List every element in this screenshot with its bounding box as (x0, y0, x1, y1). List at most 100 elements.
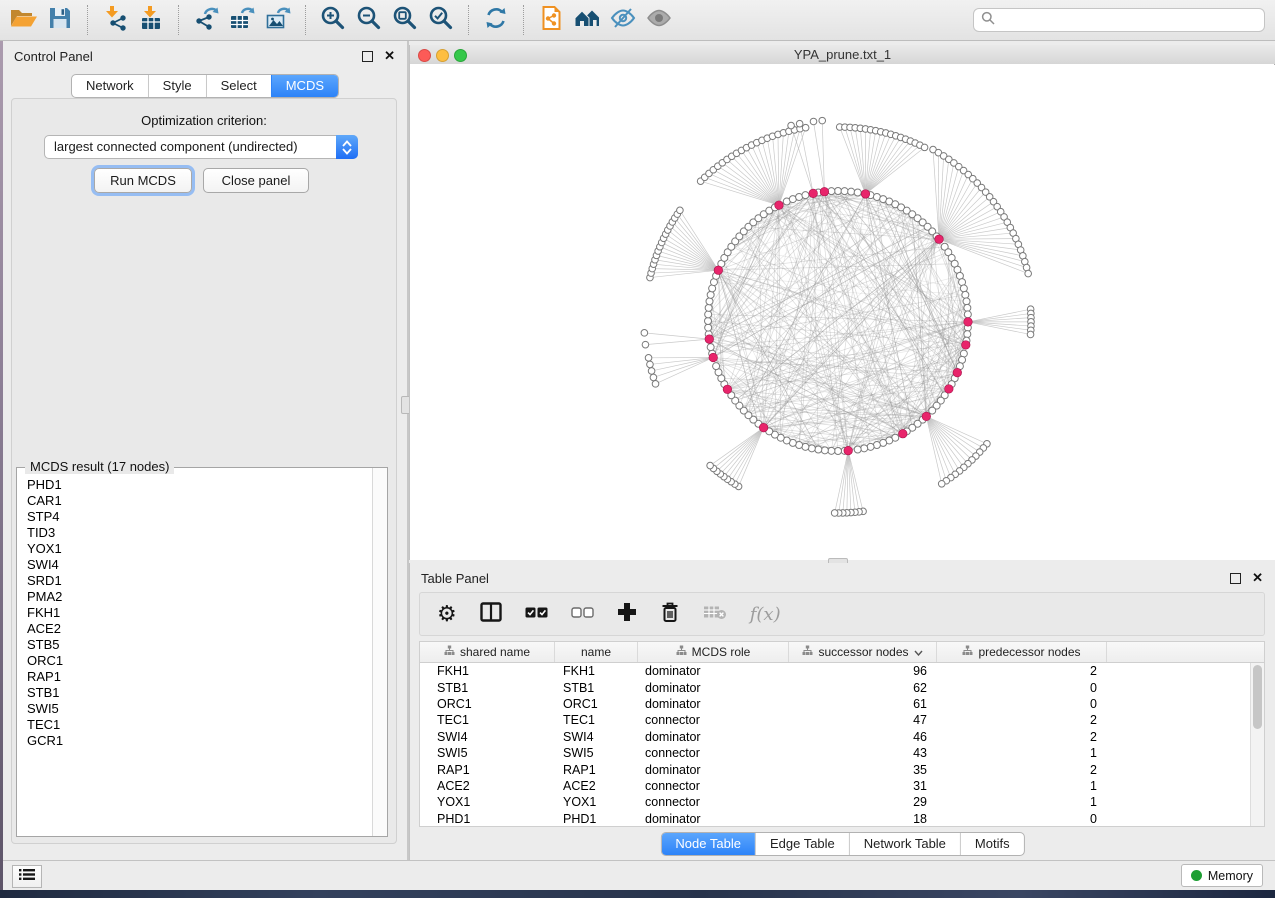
zoom-fit-icon (392, 5, 418, 36)
search-field[interactable] (973, 8, 1265, 32)
zoom-fit-button[interactable] (387, 3, 423, 37)
table-row[interactable]: STB1STB1dominator620 (420, 679, 1250, 695)
column-header-name[interactable]: name (555, 642, 638, 662)
criterion-dropdown[interactable]: largest connected component (undirected) (44, 135, 358, 159)
mcds-result-item[interactable]: ACE2 (27, 621, 373, 637)
table-cell-name: FKH1 (555, 664, 638, 678)
open-session-button[interactable] (6, 3, 42, 37)
column-header-predecessor-nodes[interactable]: predecessor nodes (937, 642, 1107, 662)
memory-button[interactable]: Memory (1181, 864, 1263, 887)
new-network-from-selection-button[interactable] (533, 3, 569, 37)
table-cell-name: ACE2 (555, 779, 638, 793)
table-scrollbar-thumb[interactable] (1253, 665, 1262, 729)
tab-edge-table[interactable]: Edge Table (755, 833, 849, 855)
table-cell-mcds_role: connector (638, 779, 789, 793)
table-cell-successor_nodes: 29 (789, 795, 937, 809)
hide-selected-button[interactable] (605, 3, 641, 37)
save-session-button[interactable] (42, 3, 78, 37)
function-icon: f(x) (750, 604, 781, 625)
float-panel-icon[interactable] (1230, 573, 1241, 584)
zoom-in-button[interactable] (315, 3, 351, 37)
table-row[interactable]: RAP1RAP1dominator352 (420, 761, 1250, 777)
column-type-icon (444, 645, 455, 659)
tab-node-table[interactable]: Node Table (661, 833, 755, 855)
mcds-result-item[interactable]: ORC1 (27, 653, 373, 669)
delete-rows-button[interactable] (660, 601, 680, 627)
select-all-rows-button[interactable] (525, 601, 548, 627)
show-columns-button[interactable] (480, 601, 502, 627)
mcds-result-item[interactable]: SRD1 (27, 573, 373, 589)
refresh-view-button[interactable] (478, 3, 514, 37)
mcds-result-item[interactable]: GCR1 (27, 733, 373, 749)
table-settings-button[interactable]: ⚙ (437, 601, 457, 627)
mcds-result-item[interactable]: CAR1 (27, 493, 373, 509)
import-table-button[interactable] (133, 3, 169, 37)
export-image-button[interactable] (260, 3, 296, 37)
control-panel-tabs: Network Style Select MCDS (71, 74, 339, 98)
mcds-result-item[interactable]: FKH1 (27, 605, 373, 621)
task-history-button[interactable] (12, 865, 42, 888)
optimization-criterion-label: Optimization criterion: (12, 113, 396, 128)
tab-mcds[interactable]: MCDS (271, 75, 338, 97)
table-cell-successor_nodes: 47 (789, 713, 937, 727)
table-scrollbar[interactable] (1250, 663, 1264, 826)
table-row[interactable]: ACE2ACE2connector311 (420, 778, 1250, 794)
search-input[interactable] (1000, 12, 1264, 28)
close-panel-button[interactable]: Close panel (203, 168, 309, 193)
function-builder-button[interactable]: f(x) (750, 601, 781, 627)
mcds-result-item[interactable]: PHD1 (27, 477, 373, 493)
tab-select[interactable]: Select (206, 75, 271, 97)
close-panel-icon[interactable]: ✕ (384, 50, 395, 62)
table-row[interactable]: FKH1FKH1dominator962 (420, 663, 1250, 679)
refresh-icon (483, 5, 509, 36)
mcds-result-item[interactable]: SWI4 (27, 557, 373, 573)
network-graph (410, 64, 1274, 559)
column-header-mcds-role[interactable]: MCDS role (638, 642, 789, 662)
table-cell-shared_name: SWI4 (420, 730, 555, 744)
export-network-button[interactable] (188, 3, 224, 37)
column-header-successor-nodes[interactable]: successor nodes (789, 642, 937, 662)
tab-motifs[interactable]: Motifs (960, 833, 1024, 855)
mcds-result-item[interactable]: PMA2 (27, 589, 373, 605)
mcds-result-item[interactable]: YOX1 (27, 541, 373, 557)
first-neighbors-button[interactable] (569, 3, 605, 37)
table-cell-successor_nodes: 35 (789, 763, 937, 777)
run-mcds-button[interactable]: Run MCDS (94, 168, 192, 193)
table-cell-mcds_role: connector (638, 746, 789, 760)
column-header-shared-name[interactable]: shared name (420, 642, 555, 662)
mcds-result-scrollbar[interactable] (372, 468, 387, 836)
mcds-result-item[interactable]: STB1 (27, 685, 373, 701)
table-cell-name: ORC1 (555, 697, 638, 711)
show-all-button[interactable] (641, 3, 677, 37)
table-row[interactable]: YOX1YOX1connector291 (420, 794, 1250, 810)
add-row-button[interactable] (617, 601, 637, 627)
float-panel-icon[interactable] (362, 51, 373, 62)
tab-style[interactable]: Style (148, 75, 206, 97)
mcds-result-list[interactable]: PHD1CAR1STP4TID3YOX1SWI4SRD1PMA2FKH1ACE2… (18, 471, 373, 835)
table-row[interactable]: SWI5SWI5connector431 (420, 745, 1250, 761)
mcds-result-item[interactable]: STP4 (27, 509, 373, 525)
network-window-titlebar[interactable]: YPA_prune.txt_1 (410, 45, 1275, 65)
table-row[interactable]: TEC1TEC1connector472 (420, 712, 1250, 728)
mcds-result-item[interactable]: STB5 (27, 637, 373, 653)
table-row[interactable]: ORC1ORC1dominator610 (420, 696, 1250, 712)
mcds-result-item[interactable]: TID3 (27, 525, 373, 541)
tab-network-table[interactable]: Network Table (849, 833, 960, 855)
delete-table-button[interactable] (703, 601, 727, 627)
mcds-result-item[interactable]: TEC1 (27, 717, 373, 733)
table-cell-name: SWI4 (555, 730, 638, 744)
table-cell-mcds_role: dominator (638, 681, 789, 695)
table-row[interactable]: PHD1PHD1dominator180 (420, 811, 1250, 826)
table-cell-name: STB1 (555, 681, 638, 695)
export-table-button[interactable] (224, 3, 260, 37)
mcds-result-item[interactable]: SWI5 (27, 701, 373, 717)
tab-network[interactable]: Network (72, 75, 148, 97)
zoom-out-button[interactable] (351, 3, 387, 37)
mcds-result-item[interactable]: RAP1 (27, 669, 373, 685)
network-canvas[interactable] (410, 64, 1274, 559)
zoom-selected-button[interactable] (423, 3, 459, 37)
close-panel-icon[interactable]: ✕ (1252, 572, 1263, 584)
import-network-button[interactable] (97, 3, 133, 37)
table-row[interactable]: SWI4SWI4dominator462 (420, 729, 1250, 745)
deselect-all-rows-button[interactable] (571, 601, 594, 627)
